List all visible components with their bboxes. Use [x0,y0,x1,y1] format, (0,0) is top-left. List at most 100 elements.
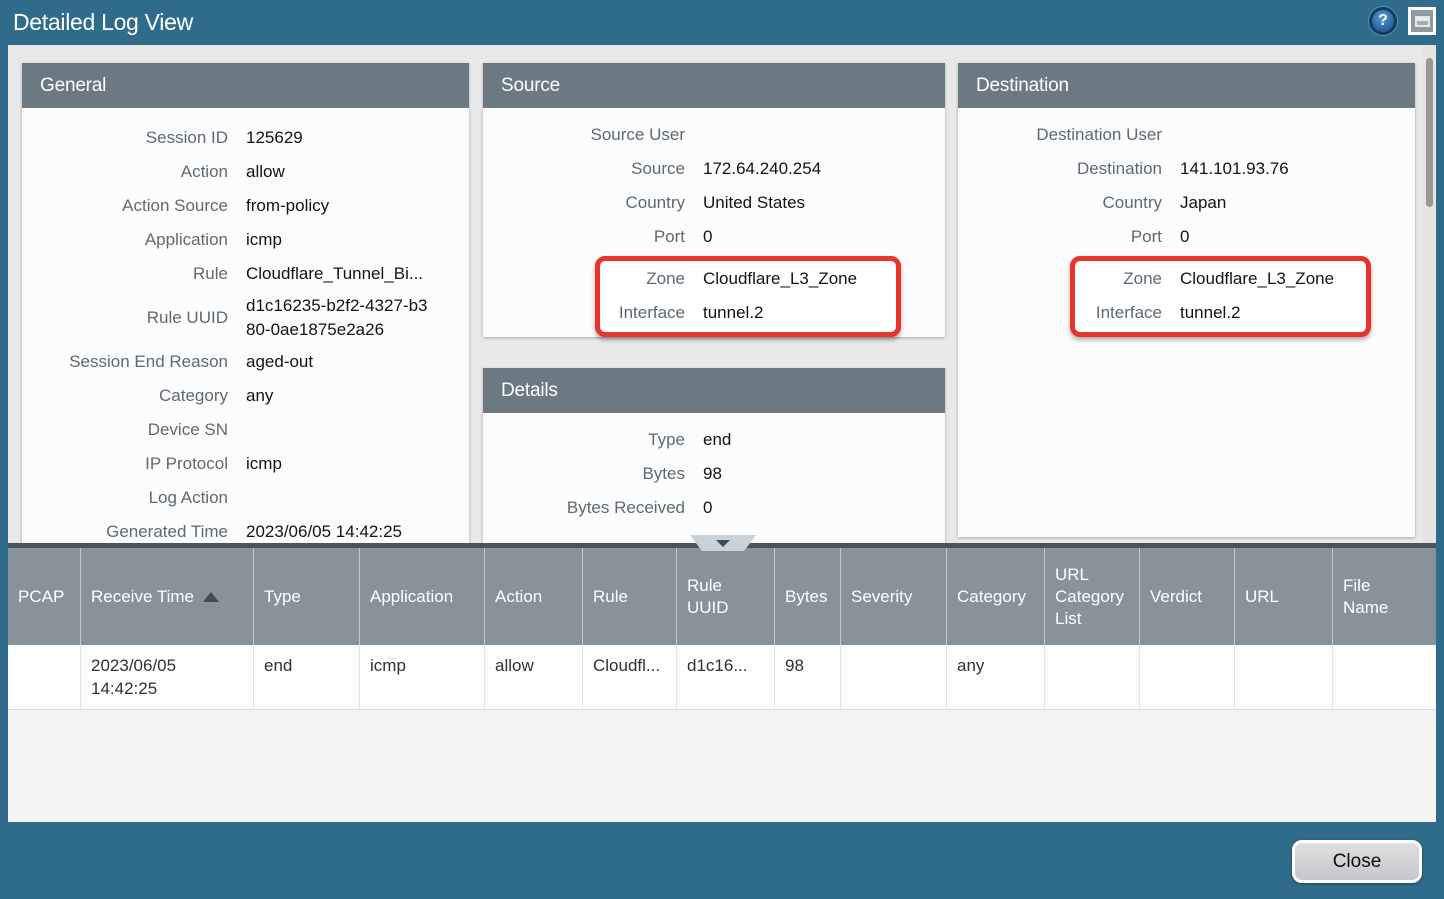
column-header-application[interactable]: Application [360,548,485,645]
field-value: 2023/06/05 14:42:25 [246,515,469,543]
column-header-bytes[interactable]: Bytes [775,548,841,645]
field-label: Source [483,152,685,186]
field-value: United States [703,186,945,220]
field-label: Source User [483,118,685,152]
field-label: IP Protocol [22,447,228,481]
column-header-file-name[interactable]: File Name [1333,548,1436,645]
field-value: 141.101.93.76 [1180,152,1415,186]
cell-type: end [254,645,360,709]
field-value: Cloudflare_Tunnel_Bi... [246,257,469,291]
window-glyph [1415,16,1430,27]
table-row[interactable]: 2023/06/05 14:42:25 end icmp allow Cloud… [8,645,1436,710]
general-row: Action Sourcefrom-policy [22,189,469,223]
field-label: Country [958,186,1162,220]
general-panel: General Session ID125629 Actionallow Act… [22,63,469,543]
chevron-down-icon [716,540,730,547]
cell-url [1235,645,1333,709]
field-label: Device SN [22,413,228,447]
details-row: Bytes Received 0 [483,491,945,525]
window-restore-icon[interactable] [1408,7,1436,35]
field-value [246,413,469,447]
column-header-category[interactable]: Category [947,548,1045,645]
column-header-rule-uuid[interactable]: Rule UUID [677,548,775,645]
field-value: tunnel.2 [703,296,896,330]
general-row: Rule Cloudflare_Tunnel_Bi... [22,257,469,291]
source-row: Source172.64.240.254 [483,152,945,186]
cell-severity [841,645,947,709]
field-value: Japan [1180,186,1415,220]
help-icon[interactable]: ? [1369,7,1397,35]
field-label: Port [958,220,1162,254]
log-detail-area: General Session ID125629 Actionallow Act… [8,45,1436,543]
general-row: Category any [22,379,469,413]
field-value: any [246,379,469,413]
field-label: Destination [958,152,1162,186]
table-header-row: PCAP Receive Time Type Application Actio… [8,548,1436,645]
general-row: Session End Reasonaged-out [22,345,469,379]
field-value: end [703,423,945,457]
source-panel-header: Source [483,63,945,108]
field-label: Interface [1075,296,1162,330]
field-label: Rule UUID [22,306,228,330]
destination-row: Zone Cloudflare_L3_Zone [1075,262,1366,296]
general-row: Log Action [22,481,469,515]
field-value [703,118,945,152]
cell-receive-time: 2023/06/05 14:42:25 [81,645,254,709]
column-header-verdict[interactable]: Verdict [1140,548,1235,645]
source-row: Interface tunnel.2 [600,296,896,330]
destination-row: Destination 141.101.93.76 [958,152,1415,186]
column-header-url[interactable]: URL [1235,548,1333,645]
field-value [246,481,469,515]
column-header-type[interactable]: Type [254,548,360,645]
field-label: Port [483,220,685,254]
field-label: Category [22,379,228,413]
column-header-action[interactable]: Action [485,548,583,645]
cell-pcap [8,645,81,709]
details-row: Typeend [483,423,945,457]
column-header-receive-time[interactable]: Receive Time [81,548,254,645]
field-value: 125629 [246,121,469,155]
scrollbar-thumb[interactable] [1426,58,1433,207]
destination-row: Destination User [958,118,1415,152]
column-header-url-category-list[interactable]: URL Category List [1045,548,1140,645]
general-row: Generated Time 2023/06/05 14:42:25 [22,515,469,543]
field-value: icmp [246,223,469,257]
destination-panel: Destination Destination User Destination… [958,63,1415,537]
field-value [1180,118,1415,152]
cell-rule-uuid: d1c16... [677,645,775,709]
cell-rule: Cloudfl... [583,645,677,709]
destination-row: Port0 [958,220,1415,254]
general-row: Rule UUIDd1c16235-b2f2-4327-b380-0ae1875… [22,291,469,345]
field-value: 0 [703,491,945,525]
dialog-titlebar: Detailed Log View ? [0,0,1444,45]
field-label: Generated Time [22,515,228,543]
field-value: aged-out [246,345,469,379]
field-value: Cloudflare_L3_Zone [1180,262,1366,296]
field-label: Country [483,186,685,220]
cell-category: any [947,645,1045,709]
general-row: Application icmp [22,223,469,257]
destination-row: Country Japan [958,186,1415,220]
field-value: allow [246,155,469,189]
general-row: Session ID 125629 [22,121,469,155]
column-header-rule[interactable]: Rule [583,548,677,645]
general-row: Actionallow [22,155,469,189]
close-button[interactable]: Close [1292,840,1422,883]
cell-bytes: 98 [775,645,841,709]
column-header-severity[interactable]: Severity [841,548,947,645]
field-label: Rule [22,257,228,291]
source-row: Port 0 [483,220,945,254]
field-label: Zone [1075,262,1162,296]
field-label: Application [22,223,228,257]
destination-zone-highlight-box: Zone Cloudflare_L3_Zone Interfacetunnel.2 [1070,256,1371,337]
destination-row: Interfacetunnel.2 [1075,296,1366,330]
field-label: Bytes Received [483,491,685,525]
field-label: Session ID [22,121,228,155]
field-value: 0 [703,220,945,254]
cell-verdict [1140,645,1235,709]
general-row: IP Protocolicmp [22,447,469,481]
destination-panel-header: Destination [958,63,1415,108]
column-header-pcap[interactable]: PCAP [8,548,81,645]
details-panel: Details Typeend Bytes98 Bytes Received0 [483,368,945,543]
field-label: Interface [600,296,685,330]
